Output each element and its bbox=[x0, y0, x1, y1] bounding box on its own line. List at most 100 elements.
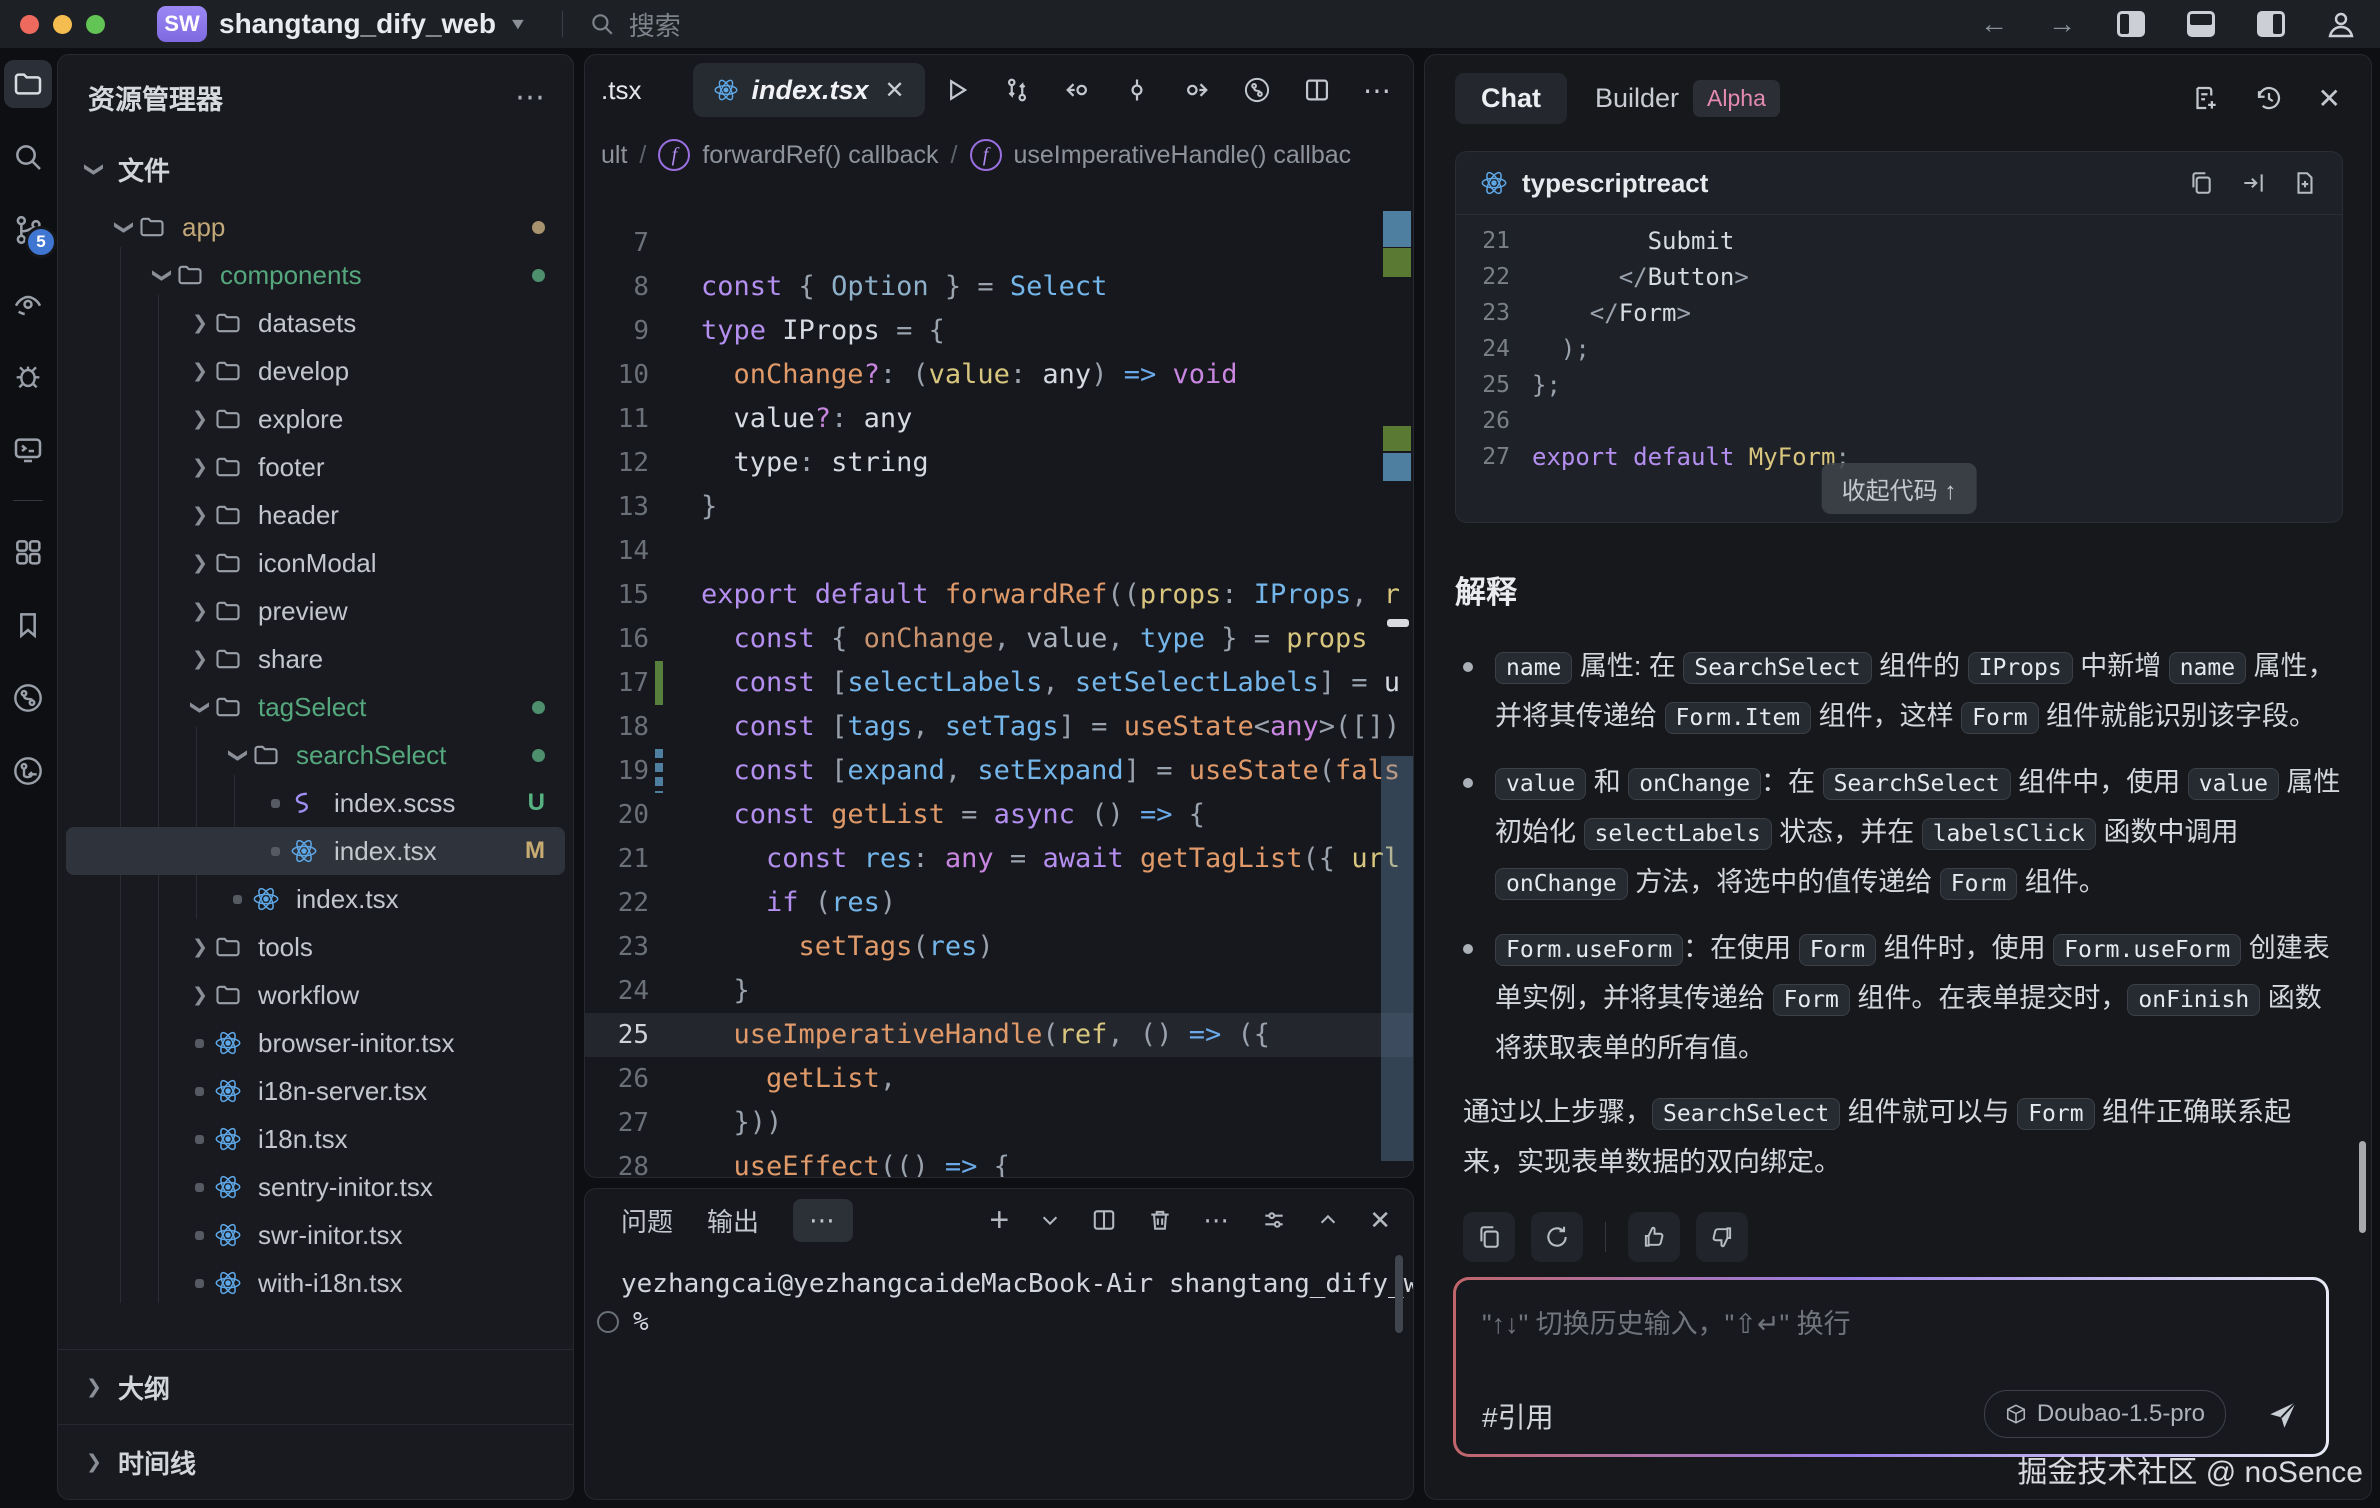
assistant-scrollbar[interactable] bbox=[2359, 1141, 2366, 1233]
plugin-circle-icon[interactable] bbox=[4, 674, 52, 722]
plugin-run-icon[interactable] bbox=[1243, 76, 1271, 104]
editor-scrollbar[interactable] bbox=[1381, 756, 1413, 1161]
git-compare-icon[interactable] bbox=[1003, 76, 1031, 104]
account-avatar-icon[interactable] bbox=[2326, 9, 2356, 39]
new-chat-icon[interactable] bbox=[2190, 83, 2220, 113]
chat-input[interactable]: "↑↓" 切换历史输入，"⇧↵" 换行 #引用 Doubao-1.5-pro bbox=[1456, 1280, 2326, 1454]
send-icon[interactable] bbox=[2266, 1398, 2300, 1432]
tree-item-tools[interactable]: ❯tools bbox=[66, 923, 565, 971]
plugin-branch-icon[interactable] bbox=[4, 747, 52, 795]
panel-more-icon[interactable]: ⋯ bbox=[793, 1199, 853, 1242]
search-icon[interactable] bbox=[4, 133, 52, 181]
next-change-icon[interactable] bbox=[1183, 76, 1211, 104]
thumbs-down-icon[interactable] bbox=[1696, 1212, 1748, 1262]
minimize-window-button[interactable] bbox=[53, 15, 72, 34]
tree-item-workflow[interactable]: ❯workflow bbox=[66, 971, 565, 1019]
split-editor-icon[interactable] bbox=[1303, 76, 1331, 104]
previous-change-icon[interactable] bbox=[1063, 76, 1091, 104]
toggle-right-sidebar-icon[interactable] bbox=[2256, 9, 2286, 39]
tree-item-datasets[interactable]: ❯datasets bbox=[66, 299, 565, 347]
zoom-window-button[interactable] bbox=[86, 15, 105, 34]
navigate-forward-icon[interactable]: → bbox=[2048, 8, 2076, 40]
terminal-icon[interactable] bbox=[4, 425, 52, 473]
breadcrumb-item[interactable]: useImperativeHandle() callbac bbox=[1014, 141, 1352, 170]
model-selector[interactable]: Doubao-1.5-pro bbox=[1984, 1390, 2226, 1438]
tree-item-develop[interactable]: ❯develop bbox=[66, 347, 565, 395]
more-actions-icon[interactable]: ⋯ bbox=[1203, 1205, 1231, 1236]
tree-item-searchSelect[interactable]: ❯searchSelect bbox=[66, 731, 565, 779]
tree-item-swr-initor.tsx[interactable]: swr-initor.tsx bbox=[66, 1211, 565, 1259]
history-icon[interactable] bbox=[2254, 83, 2284, 113]
close-window-button[interactable] bbox=[20, 15, 39, 34]
bookmark-icon[interactable] bbox=[4, 601, 52, 649]
close-icon[interactable]: ✕ bbox=[2318, 82, 2341, 115]
debug-icon[interactable] bbox=[4, 352, 52, 400]
tree-item-i18n.tsx[interactable]: i18n.tsx bbox=[66, 1115, 565, 1163]
timeline-section-header[interactable]: ❯ 时间线 bbox=[58, 1424, 573, 1499]
extensions-icon[interactable] bbox=[4, 528, 52, 576]
tree-item-with-i18n.tsx[interactable]: with-i18n.tsx bbox=[66, 1259, 565, 1307]
tree-item-index.tsx[interactable]: index.tsxM bbox=[66, 827, 565, 875]
explorer-icon[interactable] bbox=[4, 60, 52, 108]
outline-section-header[interactable]: ❯ 大纲 bbox=[58, 1349, 573, 1424]
regenerate-icon[interactable] bbox=[1531, 1212, 1583, 1262]
code-line-17: 17 const [selectLabels, setSelectLabels]… bbox=[585, 661, 1413, 705]
code-text: } bbox=[663, 969, 750, 1013]
close-panel-icon[interactable]: ✕ bbox=[1369, 1205, 1391, 1236]
run-icon[interactable] bbox=[943, 76, 971, 104]
tree-item-footer[interactable]: ❯footer bbox=[66, 443, 565, 491]
tab-index-tsx[interactable]: index.tsx ✕ bbox=[693, 63, 924, 117]
copy-answer-icon[interactable] bbox=[1463, 1212, 1515, 1262]
tree-item-header[interactable]: ❯header bbox=[66, 491, 565, 539]
partial-tab[interactable]: .tsx bbox=[601, 75, 641, 106]
breadcrumb-item[interactable]: ult bbox=[601, 141, 627, 170]
tree-item-iconModal[interactable]: ❯iconModal bbox=[66, 539, 565, 587]
trash-icon[interactable] bbox=[1147, 1207, 1173, 1233]
thumbs-up-icon[interactable] bbox=[1628, 1212, 1680, 1262]
close-tab-icon[interactable]: ✕ bbox=[885, 76, 905, 105]
tree-item-explore[interactable]: ❯explore bbox=[66, 395, 565, 443]
tree-item-app[interactable]: ❯app bbox=[66, 203, 565, 251]
breadcrumb-item[interactable]: forwardRef() callback bbox=[702, 141, 938, 170]
reference-button[interactable]: #引用 bbox=[1482, 1396, 1554, 1436]
revert-change-icon[interactable] bbox=[1123, 76, 1151, 104]
tree-item-index.scss[interactable]: index.scssU bbox=[66, 779, 565, 827]
filter-settings-icon[interactable] bbox=[1261, 1207, 1287, 1233]
tab-output[interactable]: 输出 bbox=[707, 1202, 759, 1239]
toggle-left-sidebar-icon[interactable] bbox=[2116, 9, 2146, 39]
chevron-down-icon[interactable] bbox=[1039, 1209, 1061, 1231]
source-control-icon[interactable]: 5 bbox=[4, 206, 52, 254]
tab-builder[interactable]: Builder bbox=[1595, 83, 1679, 114]
terminal-content[interactable]: yezhangcai@yezhangcaideMacBook-Air shang… bbox=[585, 1251, 1413, 1341]
global-search[interactable]: 搜索 bbox=[589, 6, 681, 43]
tree-item-browser-initor.tsx[interactable]: browser-initor.tsx bbox=[66, 1019, 565, 1067]
project-switcher[interactable]: SW shangtang_dify_web ▼ bbox=[157, 6, 528, 42]
maximize-panel-icon[interactable] bbox=[1317, 1209, 1339, 1231]
new-terminal-icon[interactable]: + bbox=[989, 1210, 1009, 1230]
files-section-header[interactable]: ❯ 文件 bbox=[58, 139, 573, 199]
navigate-back-icon[interactable]: ← bbox=[1980, 8, 2008, 40]
terminal-scrollbar[interactable] bbox=[1395, 1255, 1403, 1333]
tree-item-sentry-initor.tsx[interactable]: sentry-initor.tsx bbox=[66, 1163, 565, 1211]
chevron-down-icon: ▼ bbox=[508, 15, 528, 33]
code-editor[interactable]: 78const { Option } = Select9type IProps … bbox=[585, 185, 1413, 1177]
tree-item-tagSelect[interactable]: ❯tagSelect bbox=[66, 683, 565, 731]
tree-item-preview[interactable]: ❯preview bbox=[66, 587, 565, 635]
assistant-code-block[interactable]: 21 Submit22 </Button>23 </Form>24 );25};… bbox=[1456, 215, 2342, 475]
tab-problems[interactable]: 问题 bbox=[621, 1202, 673, 1239]
create-file-icon[interactable] bbox=[2292, 170, 2318, 196]
toggle-bottom-panel-icon[interactable] bbox=[2186, 9, 2216, 39]
folder-icon bbox=[252, 741, 286, 769]
tree-item-index.tsx[interactable]: index.tsx bbox=[66, 875, 565, 923]
split-terminal-icon[interactable] bbox=[1091, 1207, 1117, 1233]
eye-icon[interactable] bbox=[4, 279, 52, 327]
collapse-code-button[interactable]: 收起代码 ↑ bbox=[1822, 463, 1977, 514]
tab-chat[interactable]: Chat bbox=[1455, 73, 1567, 124]
insert-code-icon[interactable] bbox=[2240, 170, 2266, 196]
tree-item-components[interactable]: ❯components bbox=[66, 251, 565, 299]
explorer-more-icon[interactable]: ⋯ bbox=[515, 80, 547, 115]
copy-icon[interactable] bbox=[2188, 170, 2214, 196]
tree-item-share[interactable]: ❯share bbox=[66, 635, 565, 683]
breadcrumb[interactable]: ult/fforwardRef() callback/fuseImperativ… bbox=[585, 125, 1413, 185]
tree-item-i18n-server.tsx[interactable]: i18n-server.tsx bbox=[66, 1067, 565, 1115]
